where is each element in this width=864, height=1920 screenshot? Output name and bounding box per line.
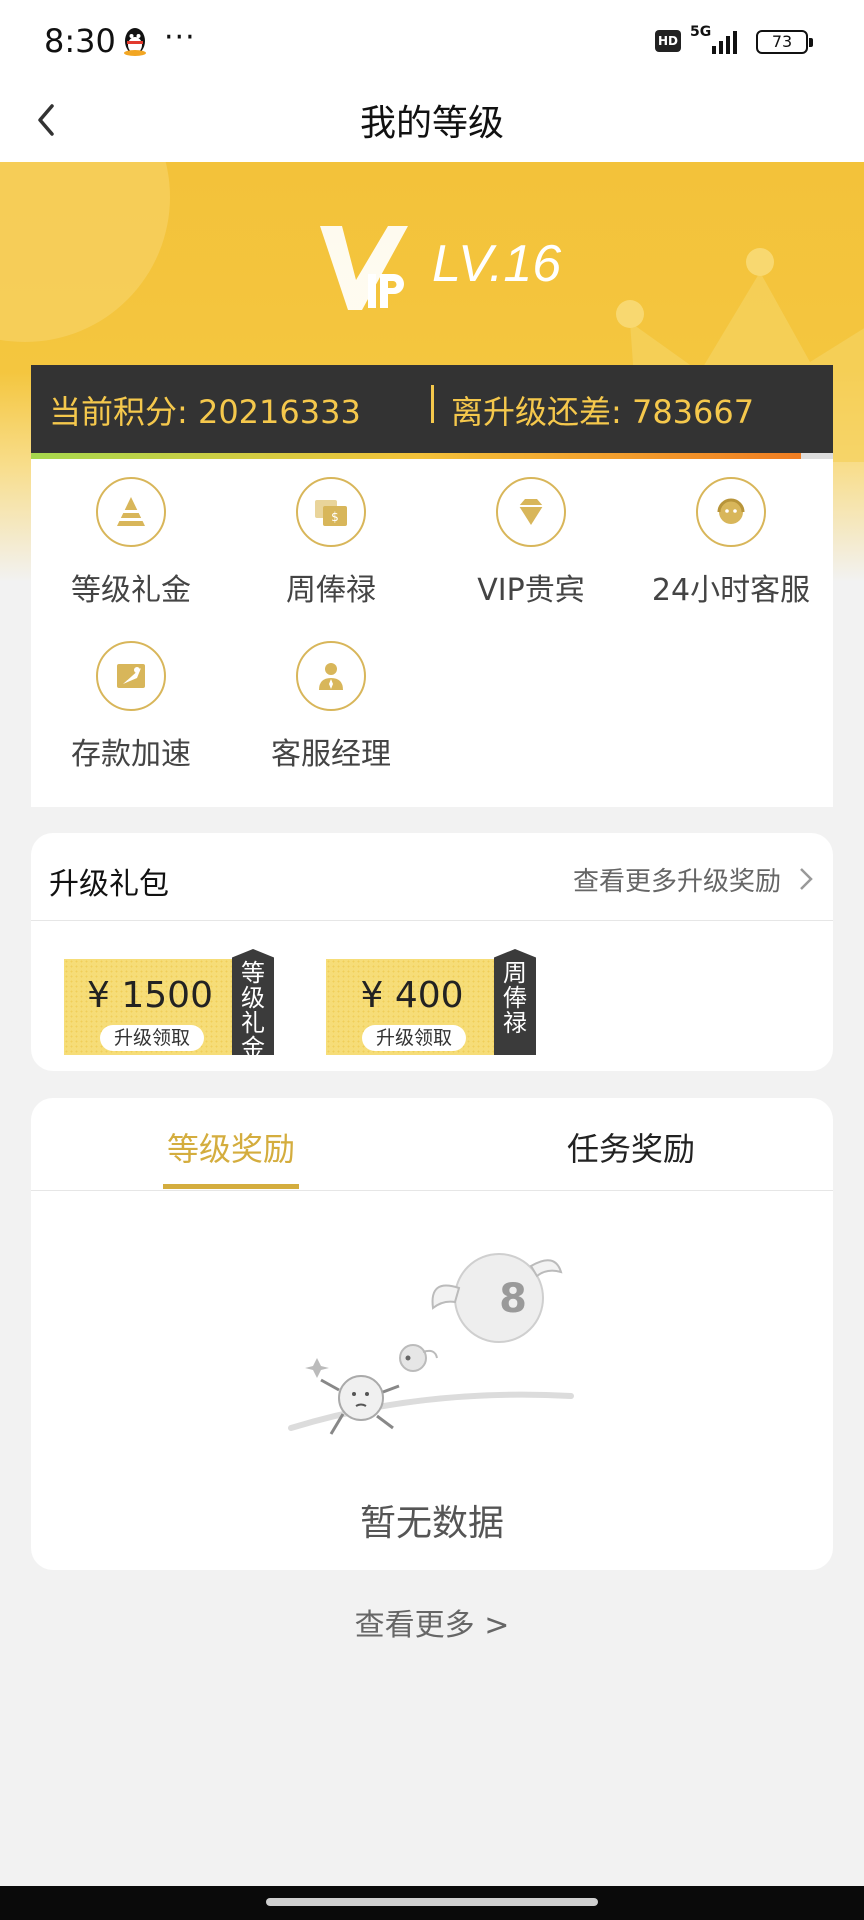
- manager-icon: [296, 641, 366, 711]
- money-icon: $: [296, 477, 366, 547]
- privilege-label: 客服经理: [271, 737, 391, 772]
- view-more-rewards-link[interactable]: 查看更多升级奖励: [573, 861, 781, 898]
- headset-icon: [696, 477, 766, 547]
- pyramid-icon: [96, 477, 166, 547]
- current-points: 当前积分: 20216333: [49, 393, 361, 431]
- points-to-upgrade: 离升级还差: 783667: [451, 393, 755, 431]
- coupon-body: ¥ 400 升级领取: [326, 959, 498, 1055]
- active-tab-underline: [163, 1184, 299, 1189]
- home-indicator[interactable]: [266, 1898, 598, 1906]
- qq-icon: [124, 28, 146, 56]
- coupon-claim-label: 升级领取: [362, 1025, 466, 1051]
- vip-level: LV.16: [432, 235, 562, 293]
- battery-icon: 73: [756, 30, 813, 54]
- coupon-level-bonus[interactable]: ¥ 1500 升级领取 等级礼金: [64, 949, 276, 1061]
- privilege-label: 周俸禄: [286, 573, 376, 608]
- coupon-amount: ¥ 1500: [87, 975, 213, 1016]
- svg-text:8: 8: [499, 1276, 527, 1322]
- vip-logo-icon: [320, 226, 408, 310]
- divider: [31, 1190, 833, 1191]
- status-time: 8:30: [44, 22, 116, 60]
- coupon-tag-text: 周俸禄: [503, 959, 527, 1037]
- privileges-card: 等级礼金 $ 周俸禄 VIP贵宾 24小时客服 存款加速 客服经理: [31, 459, 833, 807]
- empty-state-illustration-icon: 8: [288, 1253, 574, 1435]
- status-bar: 8:30 ··· HD 5G 73: [0, 0, 864, 80]
- view-more-link[interactable]: 查看更多 >: [0, 1600, 864, 1644]
- points-separator: [431, 385, 434, 423]
- privilege-deposit-boost[interactable]: 存款加速: [31, 641, 231, 773]
- privilege-level-bonus[interactable]: 等级礼金: [31, 477, 231, 609]
- tab-task-rewards[interactable]: 任务奖励: [481, 1124, 781, 1170]
- privilege-label: 24小时客服: [651, 573, 811, 608]
- privilege-weekly-salary[interactable]: $ 周俸禄: [231, 477, 431, 609]
- privilege-label: VIP贵宾: [477, 573, 585, 608]
- points-bar: 当前积分: 20216333 离升级还差: 783667: [31, 365, 833, 453]
- diamond-icon: [496, 477, 566, 547]
- coupon-tag-text: 等级礼金: [241, 959, 265, 1062]
- more-notifications-icon: ···: [164, 20, 196, 55]
- gesture-bar: [0, 1886, 864, 1920]
- divider: [31, 920, 833, 921]
- decor-circle: [0, 162, 170, 342]
- rocket-icon: [96, 641, 166, 711]
- signal-icon: [712, 31, 737, 54]
- hd-icon: HD: [655, 30, 681, 52]
- tab-level-rewards[interactable]: 等级奖励: [81, 1124, 381, 1170]
- coupon-amount: ¥ 400: [360, 975, 464, 1016]
- chevron-right-icon[interactable]: [797, 865, 815, 893]
- upgrade-gift-card: 升级礼包 查看更多升级奖励 ¥ 1500 升级领取 等级礼金 ¥ 400 升级领…: [31, 833, 833, 1071]
- privilege-label: 等级礼金: [71, 573, 191, 608]
- page-title: 我的等级: [359, 103, 504, 144]
- svg-text:$: $: [331, 510, 339, 524]
- coupon-body: ¥ 1500 升级领取: [64, 959, 236, 1055]
- privilege-vip-guest[interactable]: VIP贵宾: [431, 477, 631, 609]
- privilege-account-manager[interactable]: 客服经理: [231, 641, 431, 773]
- coupon-weekly-salary[interactable]: ¥ 400 升级领取 周俸禄: [326, 949, 538, 1055]
- upgrade-gift-title: 升级礼包: [49, 867, 169, 902]
- coupon-claim-label: 升级领取: [100, 1025, 204, 1051]
- privilege-24h-service[interactable]: 24小时客服: [631, 477, 831, 609]
- nav-bar: 我的等级: [0, 80, 864, 162]
- privilege-label: 存款加速: [71, 737, 191, 772]
- empty-state-text: 暂无数据: [359, 1503, 504, 1544]
- rewards-card: 等级奖励 任务奖励 8 暂无数据: [31, 1098, 833, 1570]
